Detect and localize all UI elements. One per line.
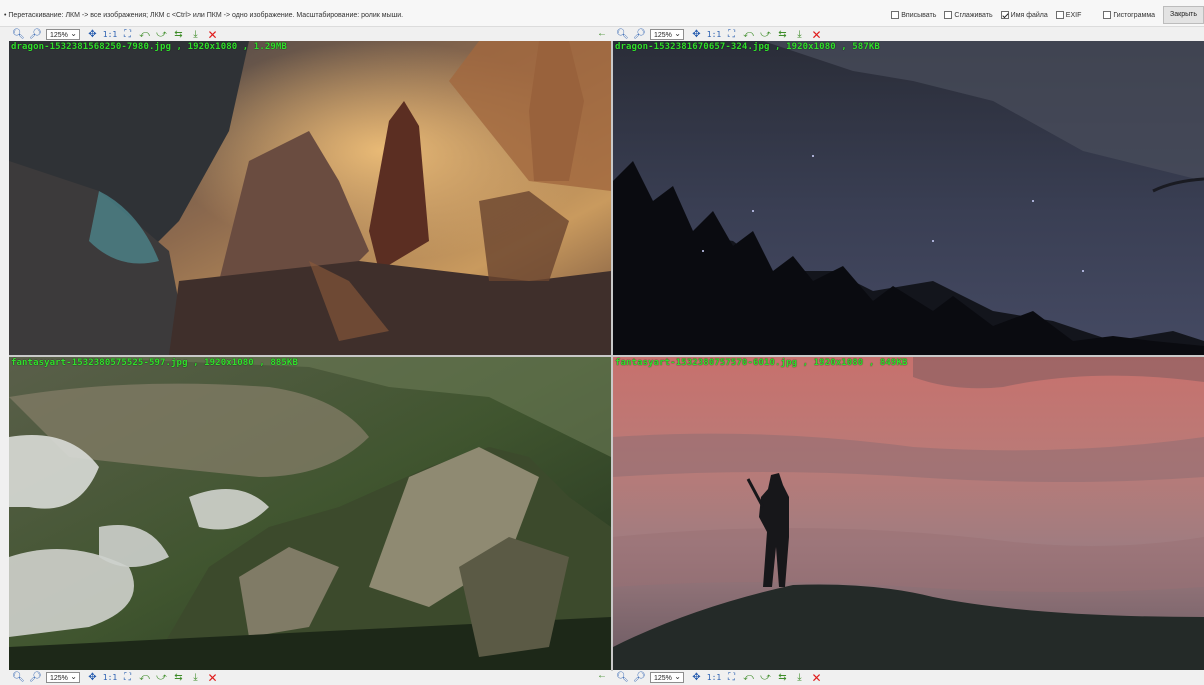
- rotate-left-icon[interactable]: ⤺: [742, 28, 755, 41]
- rotate-right-icon[interactable]: ⤻: [155, 28, 168, 41]
- actual-size-button[interactable]: 1:1: [103, 28, 117, 41]
- close-icon[interactable]: ✕: [206, 671, 219, 684]
- option-smooth[interactable]: Сглаживать: [944, 11, 993, 19]
- option-histogram[interactable]: Гистограмма: [1103, 11, 1155, 19]
- close-icon[interactable]: ✕: [206, 28, 219, 41]
- histogram-checkbox[interactable]: [1103, 11, 1112, 19]
- zoom-select[interactable]: 125%: [650, 671, 684, 683]
- image-caption: dragon-1532381568250-7980.jpg , 1920x108…: [11, 42, 287, 52]
- silhouette-warrior-image: [613, 357, 1204, 670]
- back-arrow-icon[interactable]: ←: [597, 28, 607, 39]
- toolbar-bottom-left: 🔍︎ 🔎︎ 125% ✥ 1:1 ⛶ ⤺ ⤻ ⇆ ⤓ ✕: [12, 670, 223, 685]
- image-caption: fantasyart-1532380575525-597.jpg , 1920x…: [11, 358, 298, 368]
- fit-icon[interactable]: ✥: [690, 671, 703, 684]
- pane-divider-horizontal[interactable]: [9, 355, 1204, 357]
- flip-icon[interactable]: ⇆: [776, 28, 789, 41]
- fullscreen-icon[interactable]: ⛶: [121, 671, 134, 684]
- zoom-out-icon[interactable]: 🔎︎: [29, 28, 42, 41]
- image-caption: dragon-1532381670657-324.jpg , 1920x1080…: [615, 42, 880, 52]
- save-icon[interactable]: ⤓: [189, 671, 202, 684]
- actual-size-button[interactable]: 1:1: [707, 28, 721, 41]
- zoom-in-icon[interactable]: 🔍︎: [12, 671, 25, 684]
- view-options: Вписывать Сглаживать Имя файла EXIF Гист…: [891, 6, 1204, 24]
- rotate-left-icon[interactable]: ⤺: [138, 671, 151, 684]
- actual-size-button[interactable]: 1:1: [707, 671, 721, 684]
- fit-icon[interactable]: ✥: [86, 28, 99, 41]
- filename-label: Имя файла: [1010, 11, 1048, 19]
- option-exif[interactable]: EXIF: [1055, 11, 1082, 19]
- flip-icon[interactable]: ⇆: [172, 28, 185, 41]
- rotate-left-icon[interactable]: ⤺: [138, 28, 151, 41]
- exif-label: EXIF: [1065, 11, 1082, 19]
- smooth-checkbox[interactable]: [944, 11, 953, 19]
- image-pane-2[interactable]: dragon-1532381670657-324.jpg , 1920x1080…: [613, 41, 1204, 355]
- flip-icon[interactable]: ⇆: [776, 671, 789, 684]
- green-mountains-image: [9, 357, 611, 670]
- fullscreen-icon[interactable]: ⛶: [121, 28, 134, 41]
- zoom-select[interactable]: 125%: [46, 671, 80, 683]
- fit-label: Вписывать: [901, 11, 937, 19]
- fit-checkbox[interactable]: [891, 11, 900, 19]
- save-icon[interactable]: ⤓: [793, 28, 806, 41]
- back-arrow-icon[interactable]: ←: [597, 670, 607, 681]
- image-caption: fantasyart-1532380757570-6010.jpg , 1920…: [615, 358, 908, 368]
- exif-checkbox[interactable]: [1055, 11, 1064, 19]
- close-icon[interactable]: ✕: [810, 28, 823, 41]
- fit-icon[interactable]: ✥: [86, 671, 99, 684]
- zoom-in-icon[interactable]: 🔍︎: [616, 28, 629, 41]
- zoom-in-icon[interactable]: 🔍︎: [616, 671, 629, 684]
- filename-checkbox[interactable]: [1000, 11, 1009, 19]
- zoom-out-icon[interactable]: 🔎︎: [29, 671, 42, 684]
- toolbar-top-left: 🔍︎ 🔎︎ 125% ✥ 1:1 ⛶ ⤺ ⤻ ⇆ ⤓ ✕: [12, 27, 223, 42]
- options-bar: • Перетаскивание: ЛКМ -> все изображения…: [0, 0, 1204, 27]
- close-icon[interactable]: ✕: [810, 671, 823, 684]
- option-fit[interactable]: Вписывать: [891, 11, 936, 19]
- usage-hint: • Перетаскивание: ЛКМ -> все изображения…: [4, 12, 404, 19]
- image-pane-4[interactable]: fantasyart-1532380757570-6010.jpg , 1920…: [613, 357, 1204, 670]
- option-filename[interactable]: Имя файла: [1000, 11, 1048, 19]
- zoom-out-icon[interactable]: 🔎︎: [633, 28, 646, 41]
- save-icon[interactable]: ⤓: [189, 28, 202, 41]
- rotate-right-icon[interactable]: ⤻: [155, 671, 168, 684]
- smooth-label: Сглаживать: [954, 11, 993, 19]
- toolbar-bottom-right: 🔍︎ 🔎︎ 125% ✥ 1:1 ⛶ ⤺ ⤻ ⇆ ⤓ ✕: [616, 670, 827, 685]
- zoom-select[interactable]: 125%: [46, 28, 80, 40]
- close-button[interactable]: Закрыть: [1163, 6, 1204, 24]
- dragon-canyon-image: [9, 41, 611, 355]
- save-icon[interactable]: ⤓: [793, 671, 806, 684]
- toolbar-top-right: 🔍︎ 🔎︎ 125% ✥ 1:1 ⛶ ⤺ ⤻ ⇆ ⤓ ✕: [616, 27, 827, 42]
- zoom-in-icon[interactable]: 🔍︎: [12, 28, 25, 41]
- histogram-label: Гистограмма: [1113, 11, 1156, 19]
- rotate-left-icon[interactable]: ⤺: [742, 671, 755, 684]
- actual-size-button[interactable]: 1:1: [103, 671, 117, 684]
- flip-icon[interactable]: ⇆: [172, 671, 185, 684]
- rotate-right-icon[interactable]: ⤻: [759, 28, 772, 41]
- rotate-right-icon[interactable]: ⤻: [759, 671, 772, 684]
- fullscreen-icon[interactable]: ⛶: [725, 671, 738, 684]
- fit-icon[interactable]: ✥: [690, 28, 703, 41]
- night-forest-image: [613, 41, 1204, 355]
- image-pane-3[interactable]: fantasyart-1532380575525-597.jpg , 1920x…: [9, 357, 611, 670]
- zoom-out-icon[interactable]: 🔎︎: [633, 671, 646, 684]
- fullscreen-icon[interactable]: ⛶: [725, 28, 738, 41]
- image-pane-1[interactable]: dragon-1532381568250-7980.jpg , 1920x108…: [9, 41, 611, 355]
- zoom-select[interactable]: 125%: [650, 28, 684, 40]
